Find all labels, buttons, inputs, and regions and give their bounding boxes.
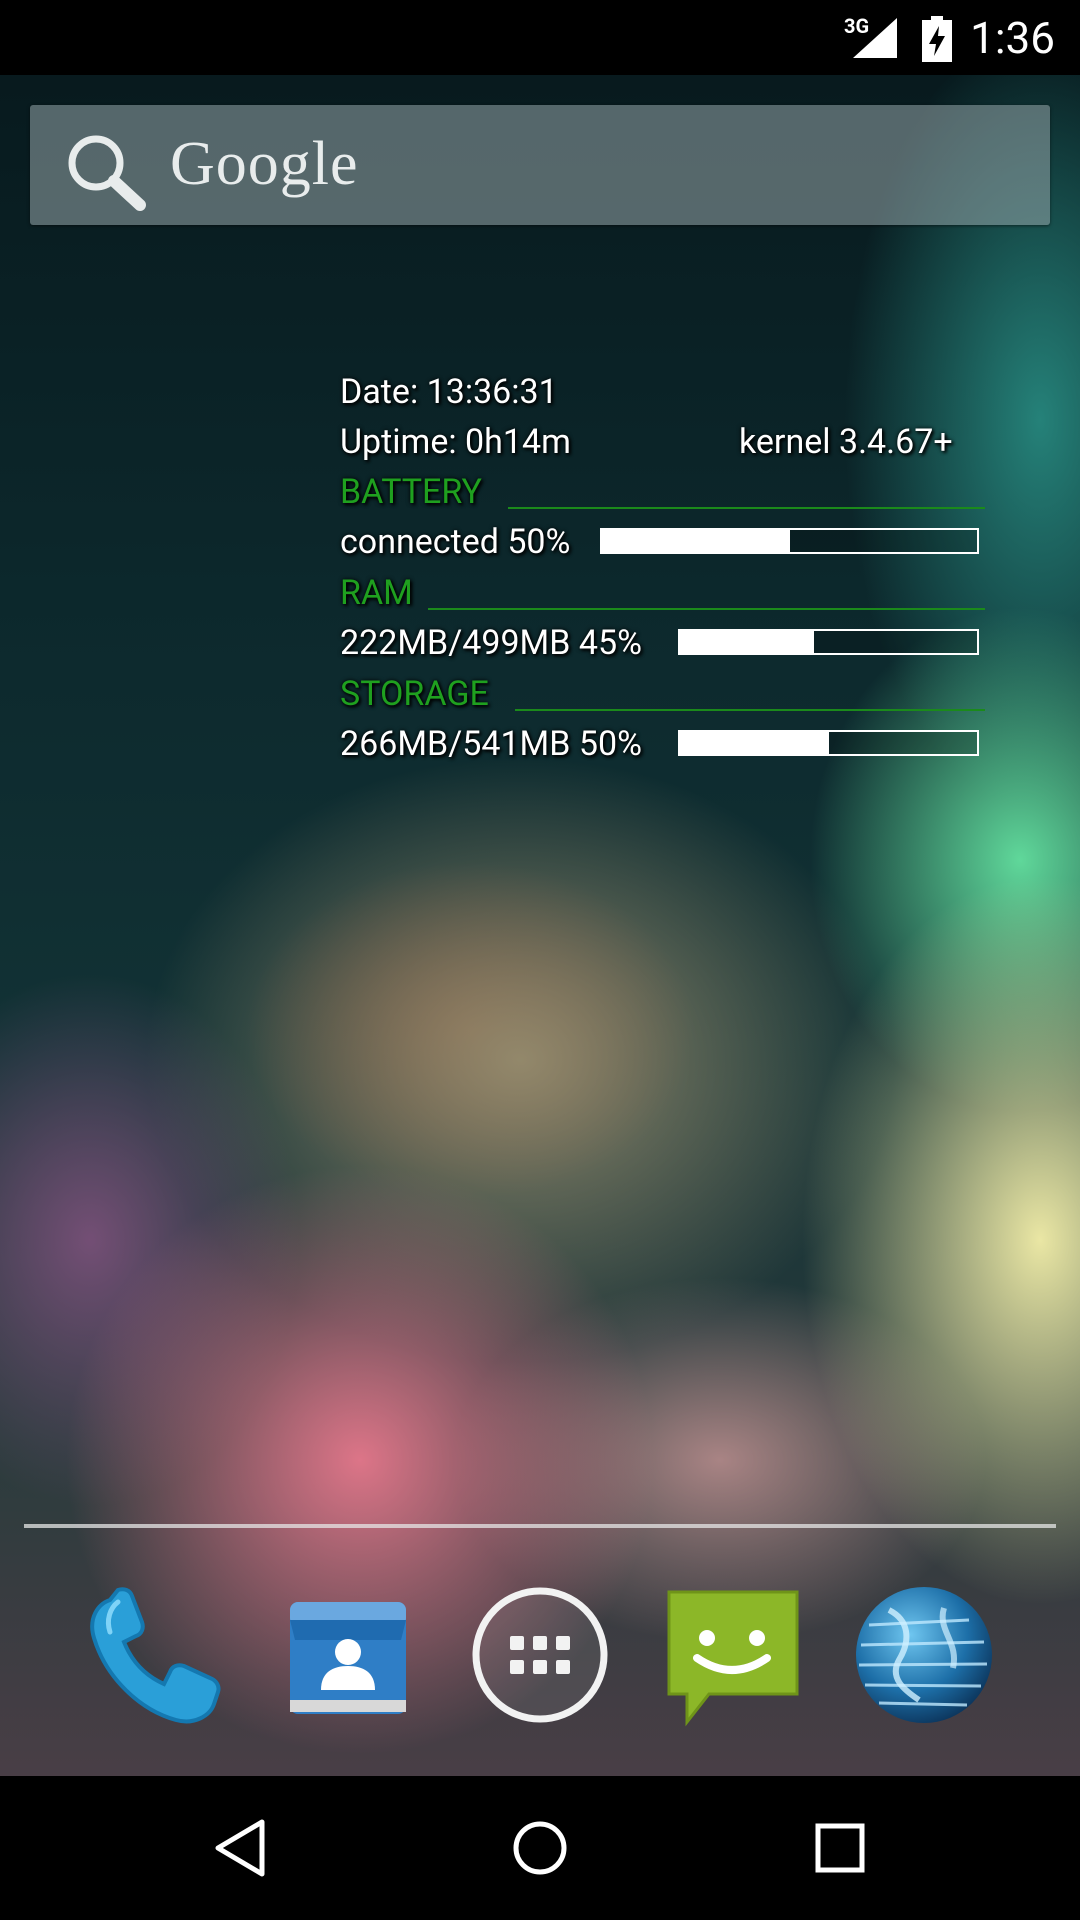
battery-divider xyxy=(508,507,985,509)
home-icon[interactable] xyxy=(508,1816,572,1880)
google-search-bar[interactable]: Google xyxy=(30,105,1050,225)
messaging-icon[interactable] xyxy=(657,1580,807,1730)
kernel-label: kernel 3.4.67+ xyxy=(739,422,953,462)
battery-progress-bar xyxy=(600,528,979,554)
signal-icon xyxy=(853,18,897,58)
ram-progress-fill xyxy=(680,631,814,653)
search-icon xyxy=(68,135,146,211)
recents-icon[interactable] xyxy=(808,1816,872,1880)
battery-status: connected 50% xyxy=(340,522,571,562)
ram-divider xyxy=(428,608,985,610)
contacts-icon[interactable] xyxy=(273,1580,423,1730)
uptime-label: Uptime: 0h14m xyxy=(340,422,571,462)
battery-progress-fill xyxy=(602,530,790,552)
ram-status: 222MB/499MB 45% xyxy=(340,623,642,663)
phone-icon[interactable] xyxy=(80,1580,230,1730)
storage-progress-bar xyxy=(678,730,979,756)
browser-icon[interactable] xyxy=(849,1580,999,1730)
battery-charging-icon xyxy=(922,16,952,62)
storage-divider xyxy=(515,709,985,711)
navigation-bar xyxy=(0,1776,1080,1920)
storage-progress-fill xyxy=(680,732,829,754)
status-bar: 3G 1:36 xyxy=(0,0,1080,75)
google-logo: Google xyxy=(170,130,359,198)
battery-section-title: BATTERY xyxy=(340,472,482,512)
dock-divider xyxy=(24,1524,1056,1528)
back-icon[interactable] xyxy=(210,1816,274,1880)
storage-status: 266MB/541MB 50% xyxy=(340,724,642,764)
ram-section-title: RAM xyxy=(340,573,413,613)
status-clock: 1:36 xyxy=(970,12,1055,64)
ram-progress-bar xyxy=(678,629,979,655)
date-label: Date: 13:36:31 xyxy=(340,372,558,412)
app-drawer-icon[interactable] xyxy=(465,1580,615,1730)
storage-section-title: STORAGE xyxy=(340,674,489,714)
